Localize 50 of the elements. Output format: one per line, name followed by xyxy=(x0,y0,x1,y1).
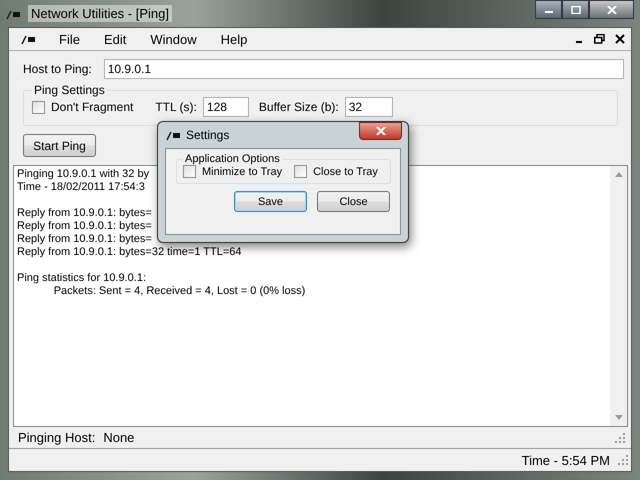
resize-grip-icon[interactable] xyxy=(615,432,625,442)
dialog-button[interactable]: Save xyxy=(234,191,307,212)
menu-item[interactable]: File xyxy=(47,32,92,46)
start-ping-button[interactable]: Start Ping xyxy=(23,134,96,157)
resize-grip-icon[interactable] xyxy=(618,455,628,465)
checkbox-label: Close to Tray xyxy=(313,166,378,178)
output-line: Pinging 10.9.0.1 with 32 by xyxy=(17,168,150,181)
menu-item[interactable]: Help xyxy=(208,32,260,46)
scrollbar[interactable] xyxy=(610,166,627,426)
scroll-up-icon[interactable] xyxy=(614,172,622,177)
buffer-size-field[interactable]: 32 xyxy=(344,97,393,117)
minimize-button[interactable] xyxy=(535,0,562,19)
checkbox[interactable] xyxy=(294,165,308,178)
output-line: Reply from 10.9.0.1: bytes= xyxy=(17,233,152,246)
close-icon[interactable] xyxy=(615,34,625,44)
group-title: Application Options xyxy=(184,153,281,165)
ttl-label: TTL (s): xyxy=(155,100,197,114)
maximize-button[interactable] xyxy=(562,0,589,19)
output-line: Reply from 10.9.0.1: bytes= xyxy=(17,207,152,220)
output-line: Packets: Sent = 4, Received = 4, Lost = 0 (0% loss) xyxy=(52,285,306,298)
maximize-icon xyxy=(570,6,580,14)
close-button[interactable] xyxy=(359,122,402,140)
output-line: Reply from 10.9.0.1: bytes=32 time=1 TTL=64 xyxy=(17,246,242,259)
group-title: Ping Settings xyxy=(33,83,106,97)
scroll-down-icon[interactable] xyxy=(614,415,622,420)
dialog-title: Settings xyxy=(186,128,230,142)
ttl-field[interactable]: 128 xyxy=(202,97,249,117)
buffer-size-label: Buffer Size (b): xyxy=(258,100,339,114)
status-label: Pinging Host: xyxy=(18,430,96,445)
close-button[interactable] xyxy=(589,0,634,19)
host-label: Host to Ping: xyxy=(23,62,92,76)
output-line: Ping statistics for 10.9.0.1: xyxy=(17,272,146,285)
menu-item[interactable]: Window xyxy=(138,32,209,46)
window-title: Network Utilities - [Ping] xyxy=(28,5,172,22)
host-field[interactable]: 10.9.0.1 xyxy=(104,59,624,79)
app-icon xyxy=(166,129,182,141)
status-time: Time - 5:54 PM xyxy=(522,452,610,468)
output-line: Reply from 10.9.0.1: bytes= xyxy=(17,220,152,233)
checkbox-label: Minimize to Tray xyxy=(202,166,282,178)
checkbox-label: Don't Fragment xyxy=(51,100,134,114)
close-icon xyxy=(606,6,616,14)
app-icon xyxy=(21,33,37,45)
close-icon xyxy=(376,127,386,135)
status-value: None xyxy=(103,430,134,445)
output-line: Time - 18/02/2011 17:54:3 xyxy=(17,181,145,194)
checkbox[interactable] xyxy=(32,100,45,114)
dialog-button[interactable]: Close xyxy=(317,191,390,212)
menu-item[interactable]: Edit xyxy=(92,32,138,46)
restore-icon[interactable] xyxy=(594,34,605,44)
checkbox[interactable] xyxy=(183,165,196,178)
